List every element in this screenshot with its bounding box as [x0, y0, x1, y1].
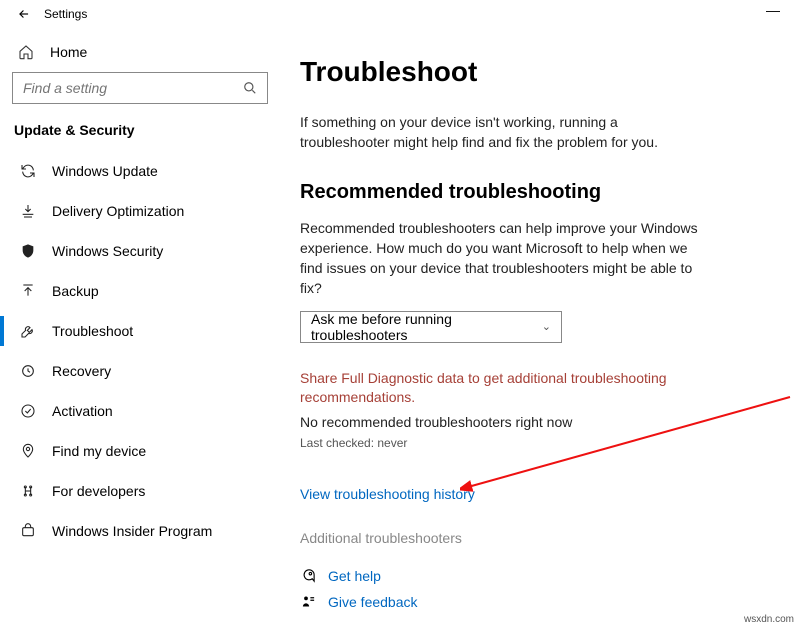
- dropdown-value: Ask me before running troubleshooters: [311, 311, 542, 343]
- sidebar-item-label: Backup: [52, 283, 99, 299]
- nav-list: Windows Update Delivery Optimization Win…: [12, 152, 268, 550]
- sidebar-item-label: Windows Update: [52, 163, 158, 179]
- sidebar-item-troubleshoot[interactable]: Troubleshoot: [12, 312, 268, 350]
- sidebar-item-insider-program[interactable]: Windows Insider Program: [12, 512, 268, 550]
- sidebar-item-label: Windows Insider Program: [52, 523, 212, 539]
- window-title: Settings: [44, 7, 87, 21]
- get-help-link[interactable]: Get help: [300, 568, 768, 584]
- sidebar-item-delivery-optimization[interactable]: Delivery Optimization: [12, 192, 268, 230]
- last-checked-text: Last checked: never: [300, 436, 768, 450]
- home-label: Home: [50, 44, 87, 60]
- no-troubleshooters-text: No recommended troubleshooters right now: [300, 414, 768, 430]
- recovery-icon: [18, 363, 38, 379]
- history-link[interactable]: View troubleshooting history: [300, 486, 768, 502]
- sidebar-item-label: Troubleshoot: [52, 323, 133, 339]
- minimize-button[interactable]: —: [766, 2, 780, 18]
- sidebar-item-label: Recovery: [52, 363, 111, 379]
- sidebar-item-label: Windows Security: [52, 243, 163, 259]
- delivery-icon: [18, 203, 38, 219]
- sidebar: Home Update & Security Windows Update De…: [0, 28, 280, 629]
- developers-icon: [18, 483, 38, 499]
- sidebar-item-label: For developers: [52, 483, 145, 499]
- backup-icon: [18, 283, 38, 299]
- sidebar-item-activation[interactable]: Activation: [12, 392, 268, 430]
- sidebar-item-windows-security[interactable]: Windows Security: [12, 232, 268, 270]
- feedback-icon: [300, 594, 316, 609]
- get-help-label: Get help: [328, 568, 381, 584]
- sidebar-item-windows-update[interactable]: Windows Update: [12, 152, 268, 190]
- diagnostic-data-link[interactable]: Share Full Diagnostic data to get additi…: [300, 369, 700, 408]
- section-header: Update & Security: [14, 122, 268, 138]
- main-content: Troubleshoot If something on your device…: [280, 28, 800, 629]
- sync-icon: [18, 163, 38, 179]
- search-input[interactable]: [23, 80, 243, 96]
- sidebar-item-for-developers[interactable]: For developers: [12, 472, 268, 510]
- troubleshoot-preference-dropdown[interactable]: Ask me before running troubleshooters ⌄: [300, 311, 562, 343]
- recommended-heading: Recommended troubleshooting: [300, 181, 768, 204]
- insider-icon: [18, 523, 38, 539]
- additional-troubleshooters-link[interactable]: Additional troubleshooters: [300, 530, 768, 546]
- help-icon: [300, 568, 316, 583]
- home-icon: [16, 44, 36, 60]
- sidebar-item-label: Activation: [52, 403, 113, 419]
- search-icon: [243, 81, 257, 95]
- sidebar-item-backup[interactable]: Backup: [12, 272, 268, 310]
- chevron-down-icon: ⌄: [542, 320, 551, 333]
- recommended-body: Recommended troubleshooters can help imp…: [300, 218, 700, 299]
- home-nav[interactable]: Home: [12, 36, 268, 72]
- sidebar-item-label: Delivery Optimization: [52, 203, 184, 219]
- location-icon: [18, 443, 38, 459]
- give-feedback-link[interactable]: Give feedback: [300, 594, 768, 610]
- intro-text: If something on your device isn't workin…: [300, 112, 700, 153]
- back-button[interactable]: [10, 0, 38, 28]
- troubleshoot-icon: [18, 323, 38, 339]
- activation-icon: [18, 403, 38, 419]
- shield-icon: [18, 243, 38, 259]
- page-title: Troubleshoot: [300, 56, 768, 88]
- give-feedback-label: Give feedback: [328, 594, 418, 610]
- sidebar-item-recovery[interactable]: Recovery: [12, 352, 268, 390]
- sidebar-item-label: Find my device: [52, 443, 146, 459]
- watermark: wsxdn.com: [744, 614, 794, 625]
- search-box[interactable]: [12, 72, 268, 104]
- sidebar-item-find-my-device[interactable]: Find my device: [12, 432, 268, 470]
